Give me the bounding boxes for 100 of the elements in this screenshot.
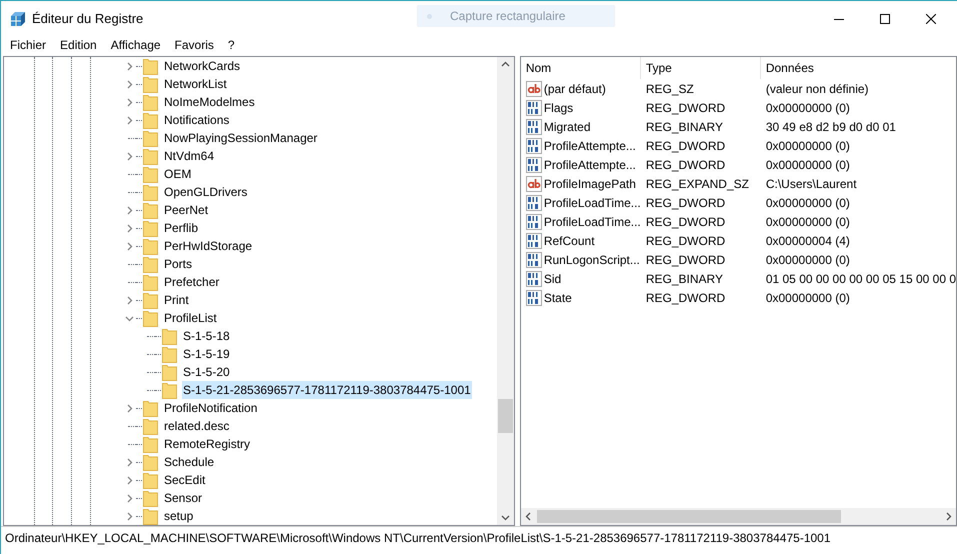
tree-item[interactable]: Print [163, 291, 190, 309]
tree-item[interactable]: Ports [163, 255, 194, 273]
value-name[interactable]: ProfileImagePath [544, 174, 636, 192]
tree-item[interactable]: NtVdm64 [163, 147, 216, 165]
tree-item[interactable]: OpenGLDrivers [163, 183, 248, 201]
menu-item[interactable]: Favoris [174, 36, 214, 54]
menu-item[interactable]: ? [228, 36, 235, 54]
tree-item[interactable]: S-1-5-18 [182, 327, 231, 345]
value-name[interactable]: (par défaut) [544, 80, 606, 98]
value-type: REG_DWORD [644, 138, 726, 154]
folder-icon [143, 418, 158, 434]
value-name[interactable]: Flags [544, 98, 574, 116]
tree-item[interactable]: NetworkCards [163, 57, 242, 75]
value-type: REG_DWORD [644, 194, 726, 212]
value-data: 0x00000000 (0) [764, 156, 851, 174]
value-type: REG_DWORD [644, 232, 726, 250]
value-name[interactable]: ProfileAttempte... [544, 156, 636, 174]
close-icon [926, 14, 936, 24]
tree-item[interactable]: NetworkList [163, 75, 228, 93]
scroll-up-icon[interactable] [500, 61, 510, 67]
tree-item[interactable]: setup [163, 507, 194, 525]
tree-item[interactable]: Schedule [163, 453, 216, 471]
folder-icon [143, 76, 158, 92]
binary-value-icon [526, 290, 542, 306]
tree-item[interactable]: Prefetcher [163, 273, 220, 291]
value-data: C:\Users\Laurent [764, 176, 858, 192]
value-name[interactable]: Migrated [544, 118, 591, 136]
tree-item[interactable]: Perflib [163, 219, 200, 237]
value-data: 0x00000004 (4) [764, 232, 851, 250]
value-name[interactable]: Sid [544, 270, 562, 288]
tree-item[interactable]: S-1-5-20 [182, 363, 231, 381]
status-path: Ordinateur\HKEY_LOCAL_MACHINE\SOFTWARE\Microsoft\Windows NT\CurrentVersion\ProfileList\S-1-5-21-2853696577-1781172119-3803784475-1001 [5, 530, 831, 546]
scroll-left-icon[interactable] [524, 512, 531, 521]
column-header[interactable]: Nom [520, 57, 641, 79]
value-name[interactable]: ProfileLoadTime... [544, 194, 641, 212]
binary-value-icon [526, 232, 542, 248]
folder-icon [143, 238, 158, 254]
value-data: (valeur non définie) [764, 80, 870, 98]
scroll-down-icon[interactable] [500, 515, 510, 521]
menu-item[interactable]: Edition [60, 36, 97, 54]
folder-icon [143, 220, 158, 236]
menu-item[interactable]: Affichage [110, 36, 161, 54]
tree-item[interactable]: ProfileList [163, 309, 218, 327]
binary-value-icon [526, 118, 542, 134]
value-data: 0x00000000 (0) [764, 214, 851, 230]
folder-icon [143, 292, 158, 308]
value-type: REG_BINARY [644, 118, 724, 136]
folder-icon [162, 346, 177, 362]
value-name[interactable]: RunLogonScript... [544, 250, 640, 268]
horizontal-scrollbar[interactable] [520, 508, 956, 525]
expand-chevron-icon[interactable] [124, 404, 134, 412]
folder-icon [143, 490, 158, 506]
scroll-thumb[interactable] [536, 510, 841, 523]
tree-item[interactable]: S-1-5-19 [182, 345, 231, 363]
value-name[interactable]: RefCount [544, 232, 595, 250]
folder-icon [143, 274, 158, 290]
registry-app-icon [10, 10, 26, 26]
tree-item[interactable]: PerHwIdStorage [163, 237, 254, 255]
folder-icon [143, 454, 158, 470]
scroll-thumb[interactable] [498, 399, 513, 433]
tree-item[interactable]: NowPlayingSessionManager [163, 129, 318, 147]
menu-item[interactable]: Fichier [10, 36, 46, 54]
column-header[interactable]: Données [760, 57, 956, 79]
value-data: 01 05 00 00 00 00 00 05 15 00 00 0 [764, 270, 956, 288]
tree-item[interactable]: related.desc [163, 417, 230, 435]
tree-item[interactable]: NoImeModelmes [163, 93, 256, 111]
tree-item[interactable]: SecEdit [163, 471, 206, 489]
binary-value-icon [526, 252, 542, 268]
collapse-chevron-icon[interactable] [124, 314, 134, 322]
scroll-right-icon[interactable] [946, 512, 952, 521]
folder-icon [143, 112, 158, 128]
value-name[interactable]: State [544, 288, 572, 306]
folder-icon [162, 382, 177, 398]
folder-icon [143, 130, 158, 146]
column-header[interactable]: Type [640, 57, 761, 79]
vertical-scrollbar[interactable] [496, 57, 514, 525]
value-type: REG_DWORD [644, 252, 726, 268]
expand-chevron-icon[interactable] [124, 296, 134, 304]
folder-icon [143, 256, 158, 272]
snip-label: Capture rectangulaire [450, 8, 566, 25]
tree-item[interactable]: S-1-5-21-2853696577-1781172119-3803784475-1001 [182, 381, 472, 399]
tree-item[interactable]: RemoteRegistry [163, 435, 252, 453]
expand-chevron-icon[interactable] [124, 152, 134, 160]
binary-value-icon [526, 270, 542, 286]
folder-icon [143, 202, 158, 218]
tree-item[interactable]: Sensor [163, 489, 204, 507]
value-data: 0x00000000 (0) [764, 100, 851, 116]
tree-item[interactable]: PeerNet [163, 201, 210, 219]
value-type: REG_SZ [644, 80, 695, 98]
tree-item[interactable]: ProfileNotification [163, 399, 258, 417]
folder-icon [143, 94, 158, 110]
value-name[interactable]: ProfileAttempte... [544, 136, 636, 154]
tree-item[interactable]: Notifications [163, 111, 230, 129]
tree-item[interactable]: OEM [163, 165, 192, 183]
value-name[interactable]: ProfileLoadTime... [544, 212, 641, 230]
maximize-icon [880, 14, 890, 24]
binary-value-icon [526, 194, 542, 210]
folder-icon [143, 400, 158, 416]
value-type: REG_BINARY [644, 270, 724, 288]
value-type: REG_DWORD [644, 214, 726, 230]
